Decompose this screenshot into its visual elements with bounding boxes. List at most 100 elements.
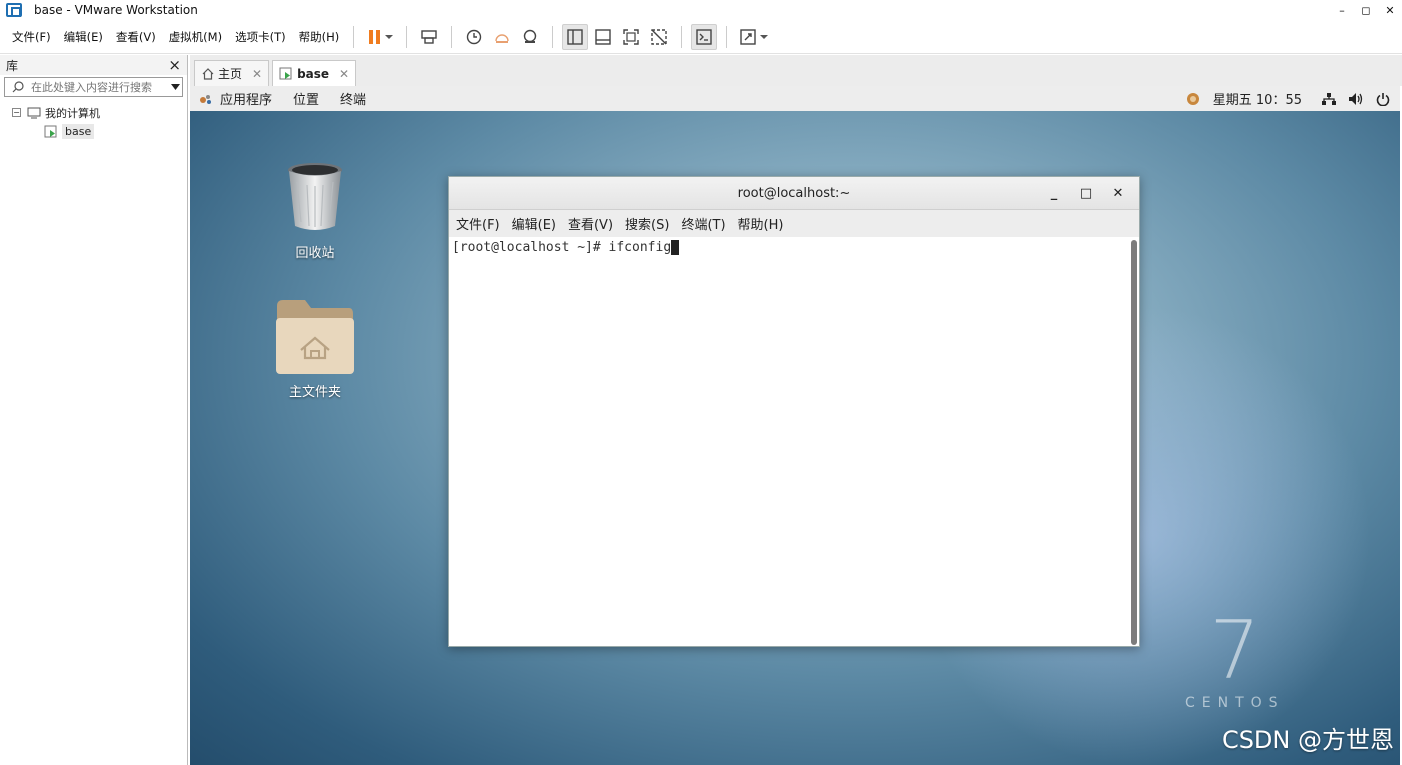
chevron-down-icon (759, 34, 768, 39)
centos-wordmark: CENTOS (1185, 695, 1285, 711)
volume-icon[interactable] (1348, 92, 1364, 106)
menu-file[interactable]: 文件(F) (6, 29, 57, 45)
menu-tabs[interactable]: 选项卡(T) (229, 29, 292, 45)
trash-icon (288, 163, 342, 230)
title-bar: base - VMware Workstation – ◻ ✕ (0, 0, 1402, 20)
library-search-input[interactable] (27, 80, 168, 94)
collapse-icon[interactable]: − (12, 108, 21, 117)
tree-node-label: base (62, 124, 95, 139)
network-icon[interactable] (1322, 92, 1336, 106)
send-ctrl-alt-del-icon (421, 29, 437, 44)
desktop-trash-label: 回收站 (295, 246, 335, 261)
view-thumbnail-icon (595, 28, 611, 45)
tab-close-icon[interactable]: ✕ (252, 67, 262, 81)
view-library-icon (567, 28, 583, 45)
terminal-cursor (671, 240, 680, 255)
terminal-menu-terminal[interactable]: 终端(T) (676, 214, 730, 233)
window-title: base - VMware Workstation (34, 3, 198, 17)
gnome-top-bar: 应用程序 位置 终端 星期五 10：55 (190, 86, 1400, 111)
centos-version: 7 (1209, 604, 1261, 697)
snapshot-button[interactable] (461, 24, 487, 50)
tree-node-label: 我的计算机 (45, 106, 100, 120)
terminal-menu-edit[interactable]: 编辑(E) (507, 214, 561, 233)
menu-vm[interactable]: 虚拟机(M) (163, 29, 228, 45)
close-button[interactable]: ✕ (1378, 0, 1402, 20)
console-icon (696, 28, 712, 45)
unity-icon (651, 28, 667, 45)
menu-view[interactable]: 查看(V) (110, 29, 162, 45)
terminal-window[interactable]: root@localhost:~ _ □ ✕ 文件(F) 编辑(E) 查看(V)… (448, 176, 1140, 647)
fullscreen-icon (623, 28, 639, 45)
view-thumbnail-button[interactable] (590, 24, 616, 50)
csdn-watermark: CSDN @方世恩 (1221, 726, 1394, 754)
terminal-menu-file[interactable]: 文件(F) (451, 214, 505, 233)
vmware-app-icon (6, 3, 22, 17)
search-icon (12, 81, 24, 93)
menu-bar: 文件(F) 编辑(E) 查看(V) 虚拟机(M) 选项卡(T) 帮助(H) (0, 20, 1402, 54)
centos-branding: 7 CENTOS (1185, 604, 1285, 712)
terminal-titlebar[interactable]: root@localhost:~ _ □ ✕ (449, 177, 1139, 210)
fullscreen-button[interactable] (618, 24, 644, 50)
vm-display[interactable]: 应用程序 位置 终端 星期五 10：55 回收站 主文件夹 root@local… (190, 86, 1400, 765)
pause-button[interactable] (363, 24, 397, 50)
library-panel: 库 × − 我的计算机 base (0, 55, 188, 765)
revert-snapshot-icon (495, 33, 509, 43)
gnome-apps-icon (200, 94, 211, 104)
terminal-menu-bar: 文件(F) 编辑(E) 查看(V) 搜索(S) 终端(T) 帮助(H) (449, 210, 1139, 237)
tab-label: 主页 (218, 67, 243, 81)
toolbar-separator (552, 25, 554, 48)
library-title: 库 (6, 58, 19, 73)
snapshot-manager-button[interactable] (517, 24, 543, 50)
window-controls: – ◻ ✕ (1330, 0, 1402, 20)
gnome-places-menu[interactable]: 位置 (293, 89, 319, 108)
unity-button[interactable] (646, 24, 672, 50)
gnome-status-area: 星期五 10：55 (1185, 86, 1390, 111)
terminal-minimize-button[interactable]: _ (1041, 186, 1067, 201)
terminal-output[interactable]: [root@localhost ~]# ifconfig (449, 238, 1131, 646)
clock[interactable]: 星期五 10：55 (1213, 89, 1302, 108)
terminal-scrollbar[interactable] (1131, 240, 1137, 645)
tree-node-base[interactable]: base (0, 122, 187, 141)
console-view-button[interactable] (691, 23, 718, 50)
terminal-window-controls: _ □ ✕ (1041, 177, 1131, 210)
tab-bar: 主页 ✕ base ✕ (190, 55, 1402, 86)
weather-icon[interactable] (1185, 91, 1201, 107)
desktop-trash[interactable]: 回收站 (282, 160, 348, 261)
tab-base[interactable]: base ✕ (272, 60, 357, 86)
search-dropdown-button[interactable] (168, 78, 182, 96)
computer-icon (27, 107, 41, 118)
vm-running-icon (44, 125, 57, 137)
desktop-home-label: 主文件夹 (288, 385, 341, 400)
power-icon[interactable] (1376, 92, 1390, 106)
tree-node-my-computer[interactable]: − 我的计算机 (0, 103, 187, 122)
gnome-applications-menu[interactable]: 应用程序 (220, 89, 272, 108)
minimize-button[interactable]: – (1330, 0, 1354, 20)
stretch-button[interactable] (736, 24, 770, 50)
terminal-menu-help[interactable]: 帮助(H) (733, 214, 789, 233)
desktop-home-folder[interactable]: 主文件夹 (274, 298, 356, 400)
toolbar-separator (353, 25, 355, 48)
send-ctrl-alt-del-button[interactable] (416, 24, 442, 50)
tab-home[interactable]: 主页 ✕ (194, 60, 270, 86)
gnome-terminal-menu[interactable]: 终端 (340, 89, 366, 108)
toolbar-separator (406, 25, 408, 48)
stretch-icon (740, 28, 756, 45)
terminal-close-button[interactable]: ✕ (1105, 186, 1131, 201)
terminal-title: root@localhost:~ (737, 185, 851, 201)
revert-snapshot-button[interactable] (489, 24, 515, 50)
terminal-menu-view[interactable]: 查看(V) (563, 214, 618, 233)
toolbar-separator (726, 25, 728, 48)
toolbar-separator (451, 25, 453, 48)
menu-help[interactable]: 帮助(H) (293, 29, 346, 45)
tab-close-icon[interactable]: ✕ (339, 67, 349, 81)
home-icon (202, 68, 214, 80)
library-close-button[interactable]: × (168, 56, 181, 74)
tab-label: base (297, 66, 330, 81)
terminal-maximize-button[interactable]: □ (1073, 186, 1099, 201)
chevron-down-icon (384, 34, 393, 39)
view-library-button[interactable] (562, 23, 589, 50)
maximize-button[interactable]: ◻ (1354, 0, 1378, 20)
folder-home-icon (276, 300, 354, 374)
menu-edit[interactable]: 编辑(E) (58, 29, 109, 45)
terminal-menu-search[interactable]: 搜索(S) (620, 214, 674, 233)
